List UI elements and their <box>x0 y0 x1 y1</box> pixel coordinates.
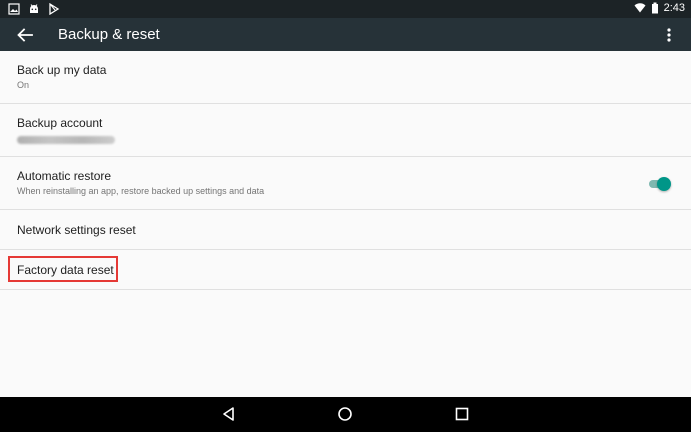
back-triangle-icon <box>223 407 234 421</box>
play-store-icon <box>48 3 60 15</box>
status-time: 2:43 <box>663 2 685 14</box>
home-circle-icon <box>338 407 352 421</box>
nav-home-button[interactable] <box>337 406 353 422</box>
setting-backup-account[interactable]: Backup account <box>0 104 691 157</box>
setting-subtitle: On <box>17 80 30 90</box>
setting-title: Network settings reset <box>17 223 136 237</box>
overflow-menu-button[interactable] <box>660 25 678 45</box>
navigation-bar <box>0 397 691 432</box>
redacted-account-email <box>17 136 115 144</box>
image-icon <box>8 3 20 15</box>
status-bar: 2:43 <box>0 0 691 18</box>
nav-recents-button[interactable] <box>454 406 470 422</box>
setting-automatic-restore[interactable]: Automatic restore When reinstalling an a… <box>0 157 691 210</box>
setting-title: Backup account <box>17 116 103 130</box>
more-vert-icon <box>667 28 671 42</box>
setting-network-settings-reset[interactable]: Network settings reset <box>0 210 691 250</box>
app-bar: Backup & reset <box>0 18 691 51</box>
toggle-thumb <box>657 177 671 191</box>
wifi-icon <box>634 2 646 14</box>
settings-list: Back up my data On Backup account Automa… <box>0 51 691 290</box>
status-system: 2:43 <box>634 2 685 14</box>
automatic-restore-toggle[interactable] <box>647 177 671 191</box>
back-button[interactable] <box>14 24 36 46</box>
android-icon <box>28 3 40 15</box>
status-notifications <box>8 3 60 15</box>
setting-factory-data-reset[interactable]: Factory data reset <box>0 250 691 290</box>
battery-icon <box>651 2 659 14</box>
setting-title: Automatic restore <box>17 169 112 183</box>
recents-square-icon <box>455 407 469 421</box>
setting-title: Back up my data <box>17 63 107 77</box>
page-title: Backup & reset <box>58 26 160 43</box>
setting-subtitle: When reinstalling an app, restore backed… <box>17 186 265 196</box>
arrow-back-icon <box>17 28 33 42</box>
setting-title: Factory data reset <box>17 263 114 277</box>
setting-back-up-my-data[interactable]: Back up my data On <box>0 51 691 104</box>
nav-back-button[interactable] <box>221 406 237 422</box>
